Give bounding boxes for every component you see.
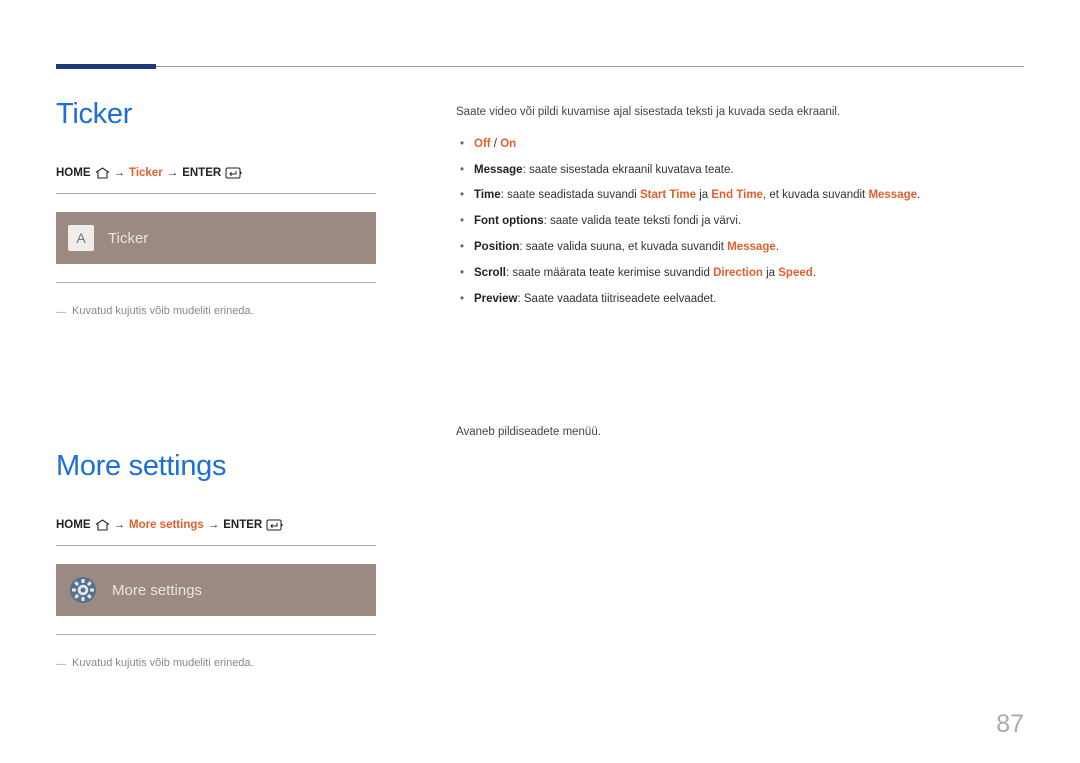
gear-icon [68, 575, 98, 605]
moresettings-note: Kuvatud kujutis võib mudeliti erineda. [56, 657, 406, 672]
message-desc: : saate sisestada ekraanil kuvatava teat… [523, 164, 734, 176]
ticker-body: Saate video või pildi kuvamise ajal sise… [456, 104, 1016, 317]
scroll-label: Scroll [474, 267, 506, 279]
divider [56, 282, 376, 283]
nav-enter-label: ENTER [182, 167, 221, 179]
note-text: Kuvatud kujutis võib mudeliti erineda. [72, 657, 254, 669]
nav-moresettings-label: More settings [129, 519, 204, 531]
nav-enter-label: ENTER [223, 519, 262, 531]
end-time: End Time [711, 189, 763, 201]
preview-label: Preview [474, 293, 517, 305]
bullet-position: Position: saate valida suuna, et kuvada … [456, 239, 1016, 257]
start-time: Start Time [640, 189, 696, 201]
moresettings-tile-label: More settings [112, 582, 202, 599]
divider [56, 193, 376, 194]
bullet-scroll: Scroll: saate määrata teate kerimise suv… [456, 265, 1016, 283]
font-label: Font options [474, 215, 544, 227]
note-text: Kuvatud kujutis võib mudeliti erineda. [72, 305, 254, 317]
divider [56, 634, 376, 635]
moresettings-body: Avaneb pildiseadete menüü. [456, 426, 1016, 438]
message-ref: Message [868, 189, 917, 201]
moresettings-tile: More settings [56, 564, 376, 616]
nav-arrow: → [167, 167, 179, 179]
bullet-message: Message: saate sisestada ekraanil kuvata… [456, 162, 1016, 180]
s3: . [813, 267, 816, 279]
more-settings-section: More settings HOME → More settings → ENT… [56, 450, 406, 672]
t3: , et kuvada suvandit [763, 189, 868, 201]
ticker-badge-icon: A [68, 225, 94, 251]
ticker-nav-path: HOME → Ticker → ENTER [56, 167, 406, 179]
nav-home-label: HOME [56, 167, 91, 179]
nav-arrow: → [208, 519, 220, 531]
moresettings-nav-path: HOME → More settings → ENTER [56, 519, 406, 531]
t1: : saate seadistada suvandi [501, 189, 640, 201]
p2: . [776, 241, 779, 253]
home-icon [95, 519, 110, 531]
moresettings-heading: More settings [56, 450, 406, 483]
ticker-intro: Saate video või pildi kuvamise ajal sise… [456, 104, 1016, 122]
ticker-section: Ticker HOME → Ticker → ENTER A Ticker Ku… [56, 98, 406, 320]
left-column: Ticker HOME → Ticker → ENTER A Ticker Ku… [56, 98, 406, 672]
ticker-tile-label: Ticker [108, 230, 148, 247]
nav-ticker-label: Ticker [129, 167, 163, 179]
divider [56, 545, 376, 546]
nav-arrow: → [114, 519, 126, 531]
moresettings-intro: Avaneb pildiseadete menüü. [456, 426, 1016, 438]
s2: ja [763, 267, 778, 279]
p1: : saate valida suuna, et kuvada suvandit [519, 241, 727, 253]
ticker-bullets: Off / On Message: saate sisestada ekraan… [456, 136, 1016, 309]
direction-ref: Direction [713, 267, 763, 279]
message-label: Message [474, 164, 523, 176]
bullet-font: Font options: saate valida teate teksti … [456, 213, 1016, 231]
enter-icon [266, 519, 284, 531]
font-desc: : saate valida teate teksti fondi ja vär… [544, 215, 742, 227]
t4: . [917, 189, 920, 201]
ticker-note: Kuvatud kujutis võib mudeliti erineda. [56, 305, 406, 320]
page-number: 87 [996, 710, 1024, 739]
enter-icon [225, 167, 243, 179]
ticker-heading: Ticker [56, 98, 406, 131]
on-label: On [500, 138, 516, 150]
nav-home-label: HOME [56, 519, 91, 531]
home-icon [95, 167, 110, 179]
s1: : saate määrata teate kerimise suvandid [506, 267, 713, 279]
sep: / [491, 138, 501, 150]
ticker-tile: A Ticker [56, 212, 376, 264]
bullet-time: Time: saate seadistada suvandi Start Tim… [456, 187, 1016, 205]
speed-ref: Speed [778, 267, 813, 279]
header-rule-accent [56, 64, 156, 69]
preview-desc: : Saate vaadata tiitriseadete eelvaadet. [517, 293, 716, 305]
time-label: Time [474, 189, 501, 201]
t2: ja [696, 189, 711, 201]
message-ref: Message [727, 241, 776, 253]
bullet-off-on: Off / On [456, 136, 1016, 154]
bullet-preview: Preview: Saate vaadata tiitriseadete eel… [456, 291, 1016, 309]
position-label: Position [474, 241, 519, 253]
header-rule [56, 66, 1024, 67]
off-label: Off [474, 138, 491, 150]
nav-arrow: → [114, 167, 126, 179]
